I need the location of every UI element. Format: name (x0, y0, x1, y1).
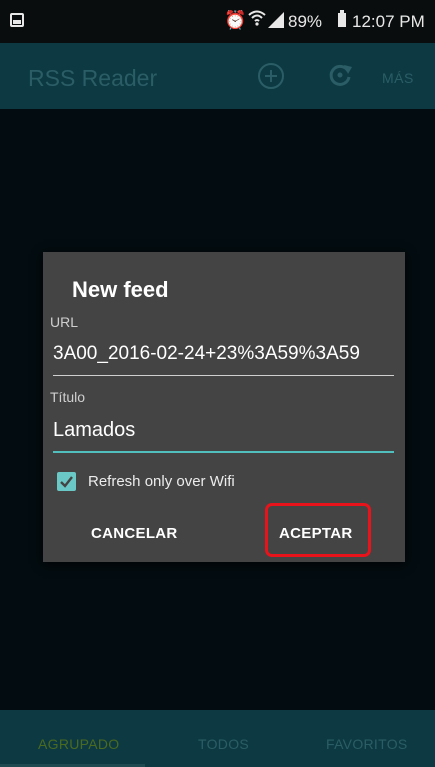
url-input[interactable]: 3A00_2016-02-24+23%3A59%3A59 (53, 343, 394, 376)
clock: 12:07 PM (352, 12, 425, 31)
alarm-icon: ⏰ (224, 10, 247, 30)
cancel-button[interactable]: CANCELAR (91, 525, 178, 542)
url-label: URL (50, 314, 79, 330)
status-bar: ⏰ 89% 12:07 PM (0, 0, 435, 43)
wifi-icon (248, 8, 266, 33)
battery-icon (338, 10, 346, 27)
tab-agrupado[interactable]: AGRUPADO (38, 736, 120, 752)
wifi-only-label: Refresh only over Wifi (88, 473, 235, 490)
dialog-title: New feed (72, 277, 169, 302)
tab-favoritos[interactable]: FAVORITOS (326, 736, 408, 752)
tab-todos[interactable]: TODOS (198, 736, 249, 752)
titulo-input[interactable]: Lamados (53, 419, 394, 453)
wifi-only-checkbox[interactable] (57, 472, 76, 491)
app-bar: RSS Reader MÁS (0, 43, 435, 109)
screenshot-notification-icon (10, 13, 24, 27)
more-menu-button[interactable]: MÁS (382, 70, 414, 86)
battery-percentage: 89% (288, 12, 323, 31)
add-feed-icon[interactable] (258, 63, 284, 89)
new-feed-dialog: New feed URL 3A00_2016-02-24+23%3A59%3A5… (43, 252, 405, 562)
signal-icon (268, 12, 284, 33)
phone-screen: ⏰ 89% 12:07 PM RSS Reader MÁS New feed U… (0, 0, 435, 767)
titulo-label: Título (50, 389, 86, 405)
titulo-value: Lamados (53, 419, 136, 441)
url-value: 3A00_2016-02-24+23%3A59%3A59 (53, 343, 360, 364)
app-title: RSS Reader (28, 65, 158, 91)
accept-button[interactable]: ACEPTAR (279, 525, 353, 542)
bottom-tab-bar: AGRUPADO TODOS FAVORITOS (0, 710, 435, 767)
refresh-icon[interactable] (326, 61, 354, 89)
checkmark-icon (60, 476, 73, 488)
